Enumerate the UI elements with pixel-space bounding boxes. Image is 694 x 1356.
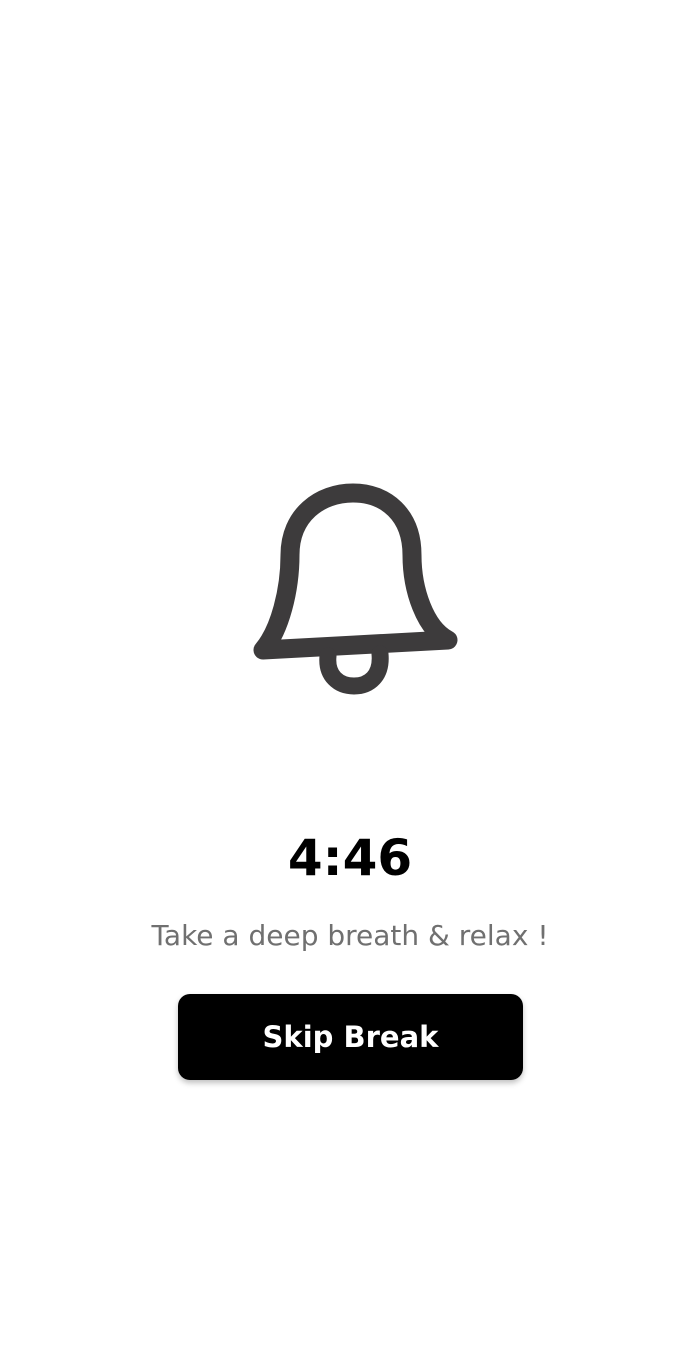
break-screen: 4:46 Take a deep breath & relax ! Skip B… xyxy=(0,0,694,1356)
relax-message: Take a deep breath & relax ! xyxy=(151,919,549,952)
countdown-timer: 4:46 xyxy=(287,829,413,887)
bell-icon xyxy=(250,480,460,700)
skip-break-button[interactable]: Skip Break xyxy=(178,994,523,1080)
